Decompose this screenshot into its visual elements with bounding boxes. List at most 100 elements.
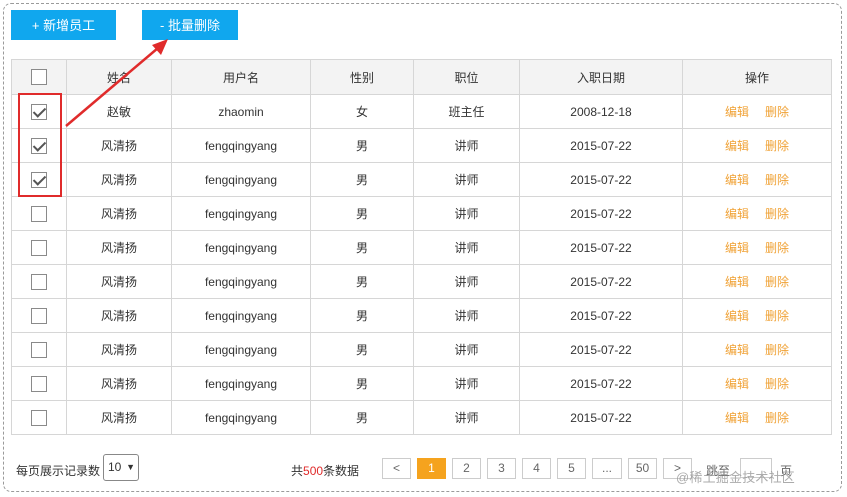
cell-gender: 男	[310, 366, 414, 401]
total-prefix: 共	[291, 464, 304, 478]
cell-gender: 男	[310, 264, 414, 299]
page-button-3[interactable]: 3	[487, 458, 516, 479]
row-select-cell	[11, 366, 67, 401]
prev-page-button[interactable]: <	[382, 458, 411, 479]
cell-actions: 编辑 删除	[682, 332, 832, 367]
cell-actions: 编辑 删除	[682, 366, 832, 401]
edit-link[interactable]: 编辑	[725, 105, 749, 119]
delete-link[interactable]: 删除	[765, 207, 789, 221]
row-checkbox[interactable]	[31, 341, 47, 358]
cell-hire-date: 2015-07-22	[519, 230, 683, 265]
column-header-position: 职位	[413, 59, 520, 95]
cell-actions: 编辑 删除	[682, 196, 832, 231]
row-checkbox[interactable]	[31, 409, 47, 426]
page-size-select[interactable]: 10 ▼	[103, 454, 139, 481]
cell-position: 班主任	[413, 94, 520, 129]
cell-position: 讲师	[413, 298, 520, 333]
cell-name: 风清扬	[66, 230, 172, 265]
select-all-cell	[11, 59, 67, 95]
cell-actions: 编辑 删除	[682, 94, 832, 129]
delete-link[interactable]: 删除	[765, 343, 789, 357]
cell-actions: 编辑 删除	[682, 128, 832, 163]
cell-hire-date: 2015-07-22	[519, 298, 683, 333]
edit-link[interactable]: 编辑	[725, 207, 749, 221]
edit-link[interactable]: 编辑	[725, 343, 749, 357]
delete-link[interactable]: 删除	[765, 275, 789, 289]
cell-hire-date: 2008-12-18	[519, 94, 683, 129]
cell-gender: 男	[310, 196, 414, 231]
cell-username: fengqingyang	[171, 162, 311, 197]
edit-link[interactable]: 编辑	[725, 139, 749, 153]
cell-position: 讲师	[413, 366, 520, 401]
cell-name: 风清扬	[66, 196, 172, 231]
batch-delete-button[interactable]: - 批量删除	[142, 10, 238, 40]
cell-hire-date: 2015-07-22	[519, 264, 683, 299]
cell-name: 赵敏	[66, 94, 172, 129]
cell-name: 风清扬	[66, 298, 172, 333]
row-checkbox[interactable]	[31, 307, 47, 324]
cell-username: fengqingyang	[171, 298, 311, 333]
row-checkbox[interactable]	[31, 239, 47, 256]
cell-username: fengqingyang	[171, 230, 311, 265]
cell-gender: 男	[310, 400, 414, 435]
edit-link[interactable]: 编辑	[725, 275, 749, 289]
cell-actions: 编辑 删除	[682, 400, 832, 435]
table-row: 风清扬 fengqingyang 男讲师 2015-07-22 编辑 删除	[11, 196, 832, 231]
cell-position: 讲师	[413, 332, 520, 367]
cell-username: fengqingyang	[171, 128, 311, 163]
page-button-4[interactable]: 4	[522, 458, 551, 479]
cell-name: 风清扬	[66, 264, 172, 299]
edit-link[interactable]: 编辑	[725, 377, 749, 391]
selection-highlight-box	[18, 93, 62, 197]
cell-name: 风清扬	[66, 366, 172, 401]
cell-gender: 男	[310, 128, 414, 163]
cell-gender: 男	[310, 162, 414, 197]
delete-link[interactable]: 删除	[765, 139, 789, 153]
cell-actions: 编辑 删除	[682, 298, 832, 333]
cell-hire-date: 2015-07-22	[519, 400, 683, 435]
total-count-text: 共500条数据	[291, 462, 359, 479]
page-button-5[interactable]: 5	[557, 458, 586, 479]
delete-link[interactable]: 删除	[765, 173, 789, 187]
cell-name: 风清扬	[66, 162, 172, 197]
cell-position: 讲师	[413, 196, 520, 231]
total-suffix: 条数据	[323, 464, 360, 478]
row-checkbox[interactable]	[31, 273, 47, 290]
delete-link[interactable]: 删除	[765, 377, 789, 391]
table-row: 风清扬 fengqingyang 男讲师 2015-07-22 编辑 删除	[11, 162, 832, 197]
delete-link[interactable]: 删除	[765, 241, 789, 255]
employee-table: 姓名 用户名 性别 职位 入职日期 操作 赵敏 zhaomin 女班主任 2008-1…	[11, 59, 832, 435]
row-select-cell	[11, 230, 67, 265]
row-select-cell	[11, 332, 67, 367]
cell-gender: 男	[310, 332, 414, 367]
table-row: 风清扬 fengqingyang 男讲师 2015-07-22 编辑 删除	[11, 230, 832, 265]
add-employee-button[interactable]: + 新增员工	[11, 10, 116, 40]
edit-link[interactable]: 编辑	[725, 309, 749, 323]
cell-hire-date: 2015-07-22	[519, 196, 683, 231]
page-button-2[interactable]: 2	[452, 458, 481, 479]
cell-username: fengqingyang	[171, 264, 311, 299]
delete-link[interactable]: 删除	[765, 411, 789, 425]
cell-actions: 编辑 删除	[682, 162, 832, 197]
table-row: 风清扬 fengqingyang 男讲师 2015-07-22 编辑 删除	[11, 128, 832, 163]
row-checkbox[interactable]	[31, 375, 47, 392]
table-row: 赵敏 zhaomin 女班主任 2008-12-18 编辑 删除	[11, 94, 832, 129]
cell-username: fengqingyang	[171, 332, 311, 367]
select-all-checkbox[interactable]	[31, 69, 47, 85]
edit-link[interactable]: 编辑	[725, 241, 749, 255]
page-button-1[interactable]: 1	[417, 458, 446, 479]
table-row: 风清扬 fengqingyang 男讲师 2015-07-22 编辑 删除	[11, 264, 832, 299]
edit-link[interactable]: 编辑	[725, 173, 749, 187]
cell-username: fengqingyang	[171, 366, 311, 401]
page-size-label: 每页展示记录数	[16, 464, 101, 478]
row-checkbox[interactable]	[31, 205, 47, 222]
cell-position: 讲师	[413, 400, 520, 435]
page-button-50[interactable]: 50	[628, 458, 657, 479]
cell-hire-date: 2015-07-22	[519, 366, 683, 401]
delete-link[interactable]: 删除	[765, 105, 789, 119]
edit-link[interactable]: 编辑	[725, 411, 749, 425]
cell-actions: 编辑 删除	[682, 230, 832, 265]
delete-link[interactable]: 删除	[765, 309, 789, 323]
cell-gender: 女	[310, 94, 414, 129]
cell-actions: 编辑 删除	[682, 264, 832, 299]
